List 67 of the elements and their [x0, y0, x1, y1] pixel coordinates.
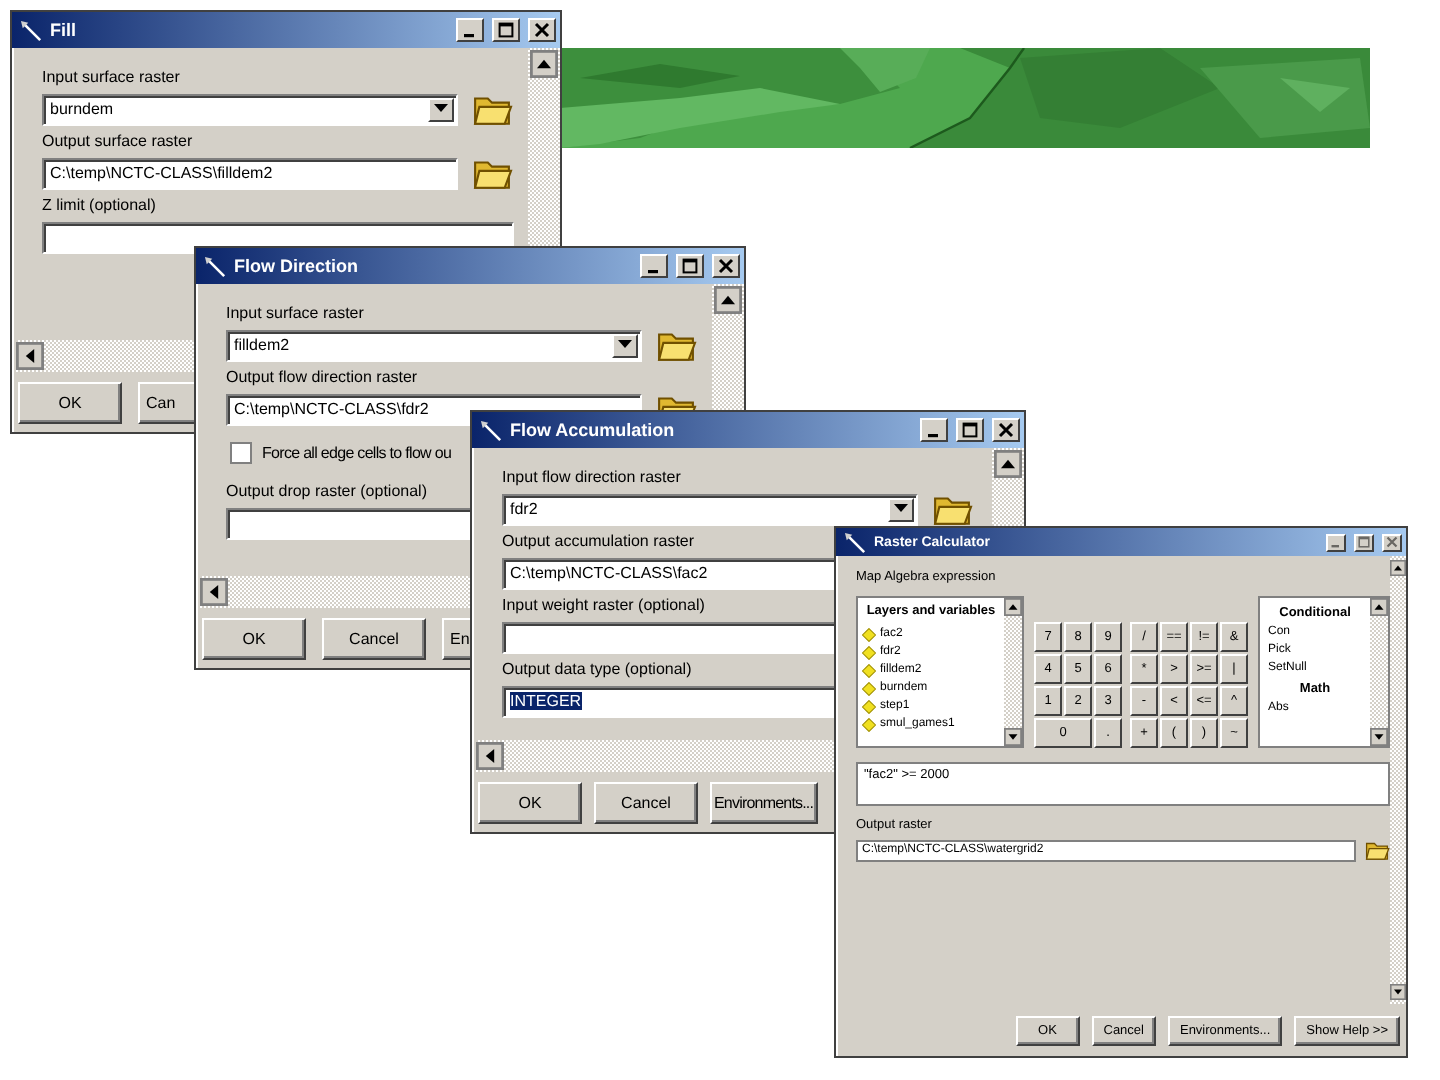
field-label: Output data type (optional) [502, 658, 692, 682]
dialog-button[interactable]: Cancel [322, 617, 426, 659]
scroll-down-icon[interactable] [1004, 728, 1022, 746]
folder-icon[interactable] [1364, 838, 1390, 862]
dialog-button[interactable]: OK [478, 781, 582, 823]
window-title: Flow Accumulation [510, 420, 675, 440]
field-label: Output surface raster [42, 130, 193, 154]
close-button[interactable] [992, 418, 1020, 442]
dropdown-field[interactable]: burndem [42, 93, 458, 125]
maximize-icon [1358, 536, 1370, 548]
maximize-button[interactable] [956, 418, 984, 442]
maximize-button[interactable] [1354, 533, 1374, 551]
field-label: Output drop raster (optional) [226, 480, 427, 504]
dropdown-field[interactable]: fdr2 [502, 493, 918, 525]
caret-icon[interactable] [428, 97, 454, 121]
scrollbar[interactable] [1390, 556, 1406, 1004]
field-label: Input surface raster [42, 66, 180, 90]
window-title: Fill [50, 20, 76, 40]
dialog-button[interactable]: OK [18, 381, 122, 423]
close-icon [534, 22, 550, 38]
maximize-button[interactable] [492, 18, 520, 42]
caret-icon[interactable] [888, 497, 914, 521]
tool-icon [480, 419, 502, 441]
scroll-up-icon[interactable] [1370, 598, 1388, 616]
scroll-up-icon[interactable] [714, 286, 742, 314]
field-label: Input flow direction raster [502, 466, 681, 490]
checkbox-label: Force all edge cells to flow ou [262, 443, 452, 461]
scroll-up-icon[interactable] [530, 50, 558, 78]
field-label: Input weight raster (optional) [502, 594, 705, 618]
dialog-button[interactable]: Environments... [710, 781, 818, 823]
field-label: Z limit (optional) [42, 194, 156, 218]
close-icon [998, 422, 1014, 438]
minimize-button[interactable] [640, 254, 668, 278]
scrollbar[interactable] [1370, 598, 1388, 746]
text-field[interactable]: C:\temp\NCTC-CLASS\filldem2 [42, 157, 458, 189]
dialog-button[interactable]: OK [202, 617, 306, 659]
close-button[interactable] [528, 18, 556, 42]
dropdown-field[interactable]: filldem2 [226, 329, 642, 361]
scroll-left-icon[interactable] [200, 578, 228, 606]
maximize-button[interactable] [676, 254, 704, 278]
maximize-icon [682, 258, 698, 274]
scroll-down-icon[interactable] [1390, 984, 1406, 1000]
field-label: Input surface raster [226, 302, 364, 326]
scrollbar[interactable] [1004, 598, 1022, 746]
scroll-up-icon[interactable] [994, 450, 1022, 478]
scroll-up-icon[interactable] [1004, 598, 1022, 616]
minimize-button[interactable] [456, 18, 484, 42]
scroll-left-icon[interactable] [16, 342, 44, 370]
tool-icon [20, 19, 42, 41]
maximize-icon [498, 22, 514, 38]
maximize-icon [962, 422, 978, 438]
dialog-button[interactable]: Cancel [594, 781, 698, 823]
minimize-button[interactable] [920, 418, 948, 442]
tool-icon [844, 531, 866, 553]
scroll-up-icon[interactable] [1390, 560, 1406, 576]
scroll-left-icon[interactable] [476, 742, 504, 770]
scroll-down-icon[interactable] [1370, 728, 1388, 746]
minimize-button[interactable] [1326, 533, 1346, 551]
close-icon [718, 258, 734, 274]
checkbox[interactable] [230, 441, 252, 463]
close-icon [1386, 536, 1398, 548]
field-label: Output accumulation raster [502, 530, 695, 554]
close-button[interactable] [712, 254, 740, 278]
caret-icon[interactable] [612, 333, 638, 357]
tool-icon [204, 255, 226, 277]
window-title: Flow Direction [234, 256, 359, 276]
close-button[interactable] [1382, 533, 1402, 551]
